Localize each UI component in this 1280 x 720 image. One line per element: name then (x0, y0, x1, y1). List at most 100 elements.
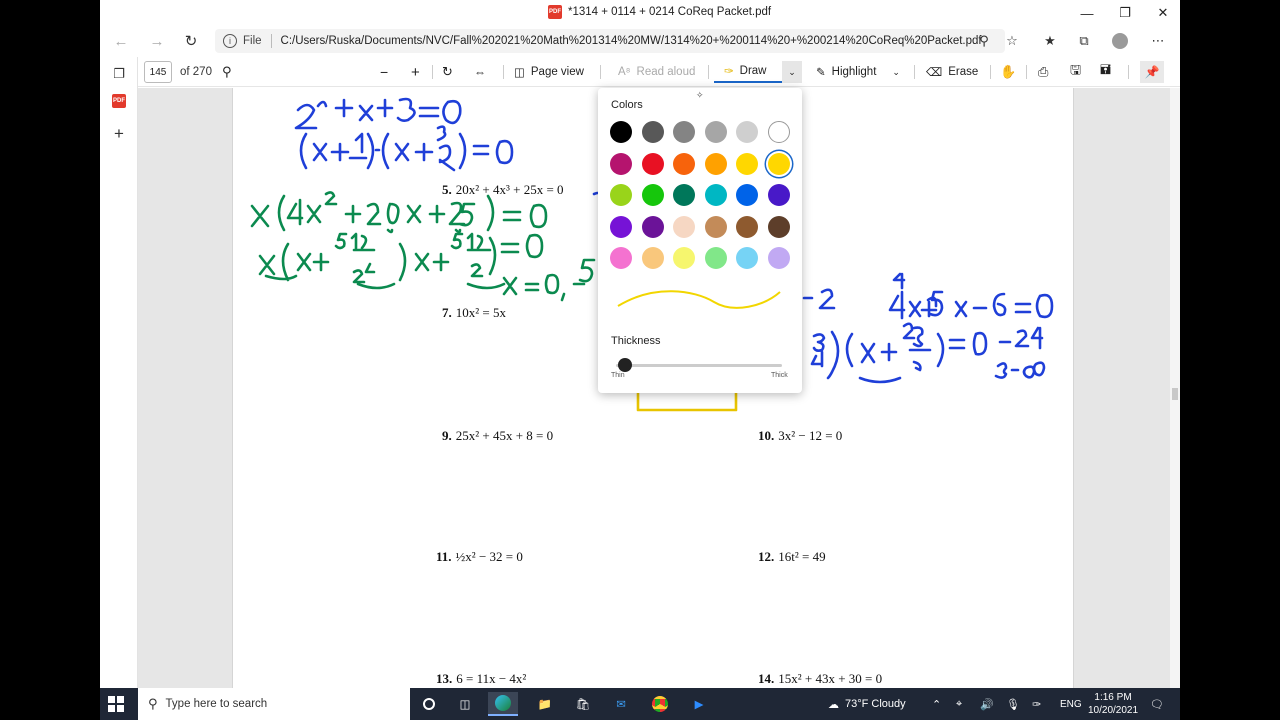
back-icon[interactable]: ← (108, 29, 134, 53)
volume-icon[interactable]: 🔊 (980, 688, 994, 720)
favorites-icon[interactable]: ★ (1038, 30, 1062, 52)
color-swatch[interactable] (704, 247, 727, 269)
mail-icon[interactable]: ✉ (606, 692, 636, 716)
color-swatch[interactable] (641, 152, 664, 175)
minimize-button[interactable]: — (1070, 0, 1104, 26)
color-swatch[interactable] (610, 152, 632, 175)
thickness-slider-handle[interactable] (618, 358, 632, 372)
pin-toolbar-icon[interactable]: 📌 (1140, 61, 1164, 83)
color-swatch[interactable] (641, 215, 664, 238)
color-swatch[interactable] (610, 121, 632, 143)
color-swatch[interactable] (768, 152, 790, 175)
new-tab-icon[interactable]: + (108, 123, 130, 145)
color-swatch[interactable] (704, 215, 727, 238)
read-aloud-button[interactable]: A⁸ Read aloud (618, 61, 695, 83)
color-swatch[interactable] (673, 247, 696, 269)
more-menu-icon[interactable]: ⋯ (1146, 30, 1170, 52)
color-swatch[interactable] (736, 121, 759, 143)
file-explorer-icon[interactable]: 📁 (530, 692, 560, 716)
problem-12: 12. 16t² = 49 (758, 549, 826, 564)
pdf-tab-icon[interactable]: PDF (108, 90, 130, 112)
vertical-scrollbar[interactable] (1170, 88, 1180, 688)
problem-9: 9. 25x² + 45x + 8 = 0 (442, 428, 554, 443)
colors-label: Colors (611, 99, 643, 111)
ink-stroke (299, 125, 514, 172)
toolbar-divider (990, 65, 991, 79)
save-as-icon[interactable]: 🖬 (1100, 61, 1111, 83)
color-swatch[interactable] (704, 121, 727, 143)
collections-icon[interactable]: ⧉ (1072, 30, 1096, 52)
windows-start-icon[interactable] (108, 696, 124, 712)
thickness-slider[interactable] (616, 364, 782, 367)
show-hidden-icons-chevron-icon[interactable]: ⌃ (932, 688, 941, 720)
color-swatch[interactable] (610, 215, 632, 238)
page-number-input[interactable]: 145 (144, 61, 172, 83)
color-swatch[interactable] (641, 121, 664, 143)
refresh-icon[interactable]: ↻ (178, 29, 204, 53)
highlight-chevron-icon[interactable]: ⌄ (892, 67, 900, 78)
color-swatch[interactable] (673, 215, 696, 238)
page-view-button[interactable]: ◫ Page view (514, 61, 584, 83)
color-swatch[interactable] (673, 152, 696, 175)
address-url[interactable]: C:/Users/Ruska/Documents/NVC/Fall%202021… (281, 35, 982, 47)
color-swatch[interactable] (704, 152, 727, 175)
move-handle-icon[interactable]: ✧ (696, 90, 704, 101)
task-view-icon[interactable]: ◫ (450, 692, 480, 716)
profile-avatar[interactable] (1108, 30, 1132, 52)
color-swatch[interactable] (736, 247, 759, 269)
address-bar[interactable]: i File C:/Users/Ruska/Documents/NVC/Fall… (215, 29, 1005, 53)
erase-label: Erase (948, 66, 979, 78)
language-indicator[interactable]: ENG (1060, 688, 1082, 720)
page-total: of 270 (180, 66, 212, 78)
page-view-label: Page view (530, 66, 584, 78)
color-swatch[interactable] (768, 184, 790, 206)
pen-workspace-icon[interactable]: ✑ (1032, 688, 1041, 720)
color-swatch[interactable] (768, 247, 790, 269)
save-icon[interactable]: 🖫 (1070, 61, 1081, 83)
forward-icon[interactable]: → (144, 29, 170, 53)
color-swatch[interactable] (673, 121, 696, 143)
notifications-icon[interactable]: 🗨 (1150, 688, 1164, 720)
color-swatch[interactable] (768, 121, 790, 143)
color-swatch[interactable] (768, 215, 790, 238)
zoom-in-icon[interactable]: + (411, 61, 420, 83)
zoom-out-icon[interactable]: − (380, 61, 388, 83)
zoom-icon[interactable]: ⚲ (972, 30, 996, 52)
scrollbar-thumb[interactable] (1172, 388, 1178, 400)
color-swatch[interactable] (610, 247, 632, 269)
color-swatch[interactable] (673, 184, 696, 206)
color-swatch[interactable] (610, 184, 632, 206)
touch-write-icon[interactable]: ✋ (1000, 61, 1016, 83)
edge-taskbar-icon[interactable] (488, 692, 518, 716)
chrome-icon[interactable] (645, 692, 675, 716)
color-swatch[interactable] (704, 184, 727, 206)
weather-text: 73°F Cloudy (845, 698, 906, 710)
rotate-icon[interactable]: ↻ (442, 61, 453, 83)
color-swatch[interactable] (641, 184, 664, 206)
erase-button[interactable]: ⌫ Erase (926, 61, 978, 83)
close-button[interactable]: ✕ (1146, 0, 1180, 26)
color-swatch[interactable] (736, 152, 759, 175)
network-icon[interactable]: ⌖ (956, 688, 962, 720)
weather-widget[interactable]: ☁ 73°F Cloudy (828, 688, 906, 720)
microphone-icon[interactable]: 🎙 (1006, 688, 1020, 720)
zoom-app-icon[interactable]: ▶ (684, 692, 714, 716)
cortana-icon[interactable] (414, 692, 444, 716)
favorite-star-icon[interactable]: ☆ (1000, 30, 1024, 52)
info-icon[interactable]: i (223, 34, 237, 48)
store-icon[interactable]: 🛍 (568, 692, 598, 716)
restore-button[interactable]: ❐ (1108, 0, 1142, 26)
highlight-button[interactable]: ✎ Highlight ⌄ (816, 61, 900, 83)
fit-page-icon[interactable]: ⇔ (474, 61, 486, 83)
page-number-value: 145 (149, 66, 167, 78)
print-icon[interactable]: ⎙ (1038, 61, 1048, 83)
taskbar-search[interactable]: ⚲ Type here to search (138, 688, 410, 720)
draw-options-chevron-icon[interactable]: ⌄ (782, 61, 802, 83)
tab-actions-icon[interactable]: ❐ (108, 63, 130, 85)
read-aloud-label: Read aloud (636, 66, 696, 78)
clock[interactable]: 1:16 PM 10/20/2021 (1088, 691, 1138, 717)
color-swatch[interactable] (641, 247, 664, 269)
color-swatch[interactable] (736, 184, 759, 206)
search-icon[interactable]: ⚲ (222, 61, 232, 83)
color-swatch[interactable] (736, 215, 759, 238)
